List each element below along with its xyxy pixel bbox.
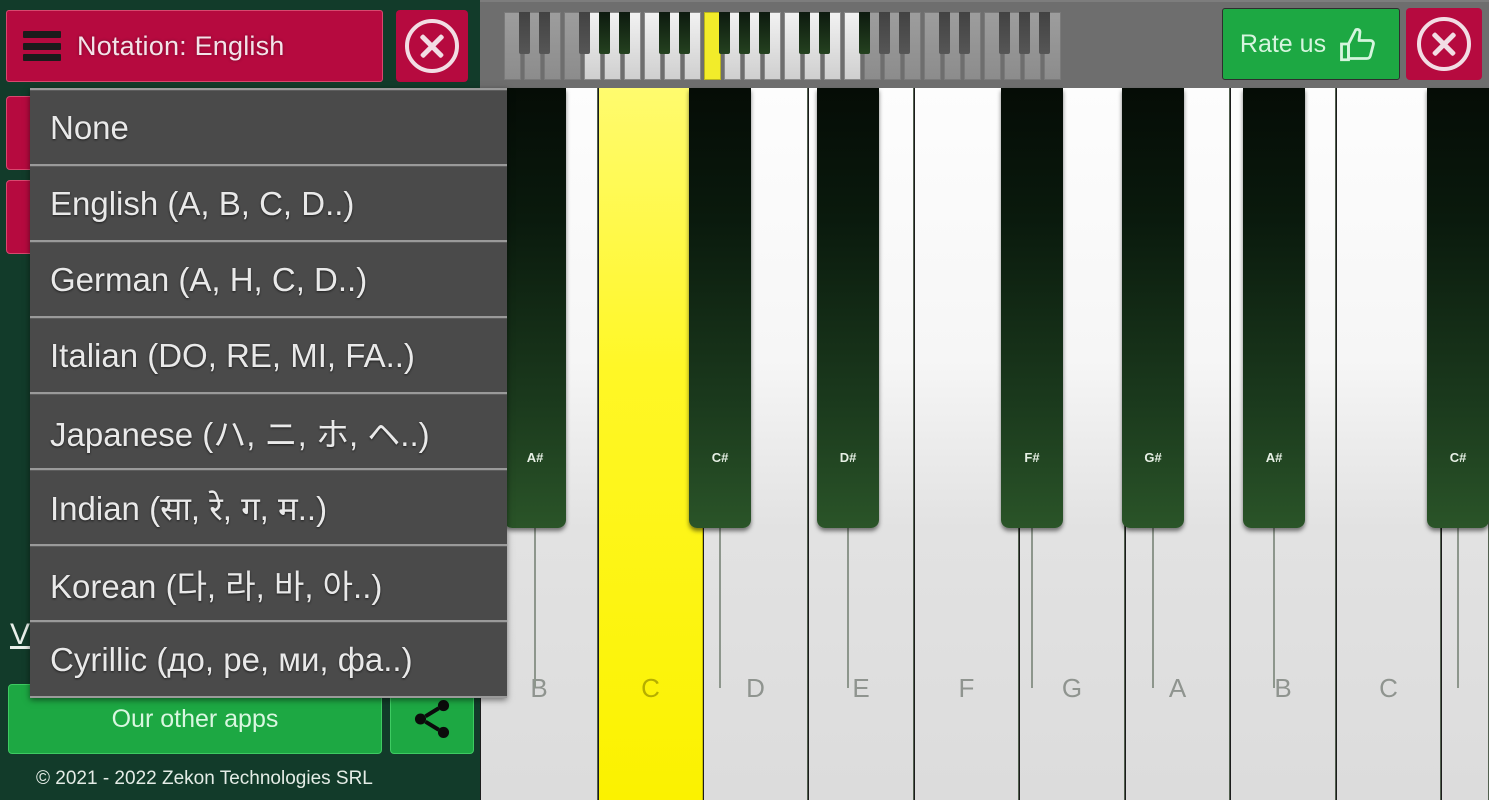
overview-black-key <box>519 12 530 54</box>
black-key[interactable]: C# <box>1427 88 1489 528</box>
white-key[interactable]: C <box>1336 88 1441 800</box>
overview-black-key <box>799 12 810 54</box>
close-banner-button[interactable] <box>1406 8 1482 80</box>
piano-keyboard[interactable]: B C D E F G A B C A# C# D# F# G# A# C# <box>480 88 1489 800</box>
dropdown-item-label: None <box>50 108 129 146</box>
dropdown-item[interactable]: Korean (다, 라, 바, 아..) <box>30 546 507 620</box>
black-key[interactable]: F# <box>1001 88 1063 528</box>
hamburger-icon <box>23 31 61 61</box>
black-key-label: F# <box>1024 450 1040 465</box>
black-key-label: C# <box>1449 450 1467 465</box>
overview-black-key <box>619 12 630 54</box>
white-key-label: C <box>641 673 660 703</box>
white-key-label: G <box>1061 673 1083 703</box>
dropdown-item[interactable]: Cyrillic (до, ре, ми, фа..) <box>30 622 507 696</box>
black-key-label: C# <box>711 450 729 465</box>
black-key-stem <box>1152 528 1154 688</box>
overview-black-key <box>659 12 670 54</box>
dropdown-item-label: Cyrillic (до, ре, ми, фа..) <box>50 640 413 678</box>
rate-us-button[interactable]: Rate us <box>1222 8 1400 80</box>
black-key[interactable]: D# <box>817 88 879 528</box>
black-key-stem <box>1457 528 1459 688</box>
notation-button-label: Notation: English <box>77 30 285 61</box>
black-key-label: D# <box>839 450 857 465</box>
copyright-text: © 2021 - 2022 Zekon Technologies SRL <box>36 768 373 789</box>
dropdown-item-label: Japanese (ハ, ニ, ホ, ヘ..) <box>50 415 430 453</box>
overview-black-key <box>879 12 890 54</box>
black-key[interactable]: C# <box>689 88 751 528</box>
dropdown-item-label: Indian (सा, रे, ग, म..) <box>50 490 328 527</box>
overview-black-key <box>739 12 750 54</box>
white-key-label: E <box>852 673 870 703</box>
black-key-stem <box>847 528 849 688</box>
close-settings-button[interactable] <box>396 10 468 82</box>
overview-black-key <box>859 12 870 54</box>
dropdown-item-label: Korean (다, 라, 바, 아..) <box>50 567 383 605</box>
overview-black-key <box>579 12 590 54</box>
dropdown-item-label: German (A, H, C, D..) <box>50 260 368 298</box>
rate-us-label: Rate us <box>1239 29 1327 58</box>
dropdown-item[interactable]: English (A, B, C, D..) <box>30 166 507 240</box>
version-link[interactable]: V <box>10 618 30 652</box>
share-icon <box>414 700 450 738</box>
other-apps-label: Our other apps <box>111 704 279 733</box>
dropdown-item[interactable]: Japanese (ハ, ニ, ホ, ヘ..) <box>30 394 507 468</box>
close-circle-icon <box>1417 17 1471 71</box>
black-key-label: A# <box>1265 450 1283 465</box>
overview-black-key <box>759 12 770 54</box>
black-key[interactable]: G# <box>1122 88 1184 528</box>
white-key-label: F <box>958 673 975 703</box>
black-key-stem <box>534 528 536 688</box>
overview-black-key <box>599 12 610 54</box>
dropdown-item[interactable]: None <box>30 90 507 164</box>
keyboard-region: Rate us B C D E F G A B C A# C# D# F# G# A# C# <box>480 0 1489 800</box>
white-key-label: A <box>1168 673 1187 703</box>
notation-dropdown-button[interactable]: Notation: English <box>6 10 383 82</box>
black-key-label: A# <box>526 450 544 465</box>
black-key-stem <box>1031 528 1033 688</box>
dropdown-item[interactable]: German (A, H, C, D..) <box>30 242 507 316</box>
overview-black-key <box>539 12 550 54</box>
notation-dropdown-menu[interactable]: None English (A, B, C, D..) German (A, H, … <box>30 88 507 698</box>
dropdown-item-label: Italian (DO, RE, MI, FA..) <box>50 336 415 374</box>
white-key-label: C <box>1379 673 1398 703</box>
white-key[interactable]: C <box>598 88 703 800</box>
dropdown-item[interactable]: Italian (DO, RE, MI, FA..) <box>30 318 507 392</box>
black-key-label: G# <box>1144 450 1162 465</box>
white-key-label: B <box>1274 673 1292 703</box>
close-circle-icon <box>405 19 459 73</box>
black-key-stem <box>719 528 721 688</box>
overview-black-key <box>679 12 690 54</box>
thumbs-up-icon <box>1340 28 1375 62</box>
app-root: Rate us B C D E F G A B C A# C# D# F# G# A# C# Notation… <box>0 0 1489 800</box>
overview-black-key <box>899 12 910 54</box>
overview-black-key <box>819 12 830 54</box>
overview-black-key <box>719 12 730 54</box>
overview-black-key <box>1039 12 1050 54</box>
overview-black-key <box>999 12 1010 54</box>
black-key-stem <box>1273 528 1275 688</box>
black-key[interactable]: A# <box>504 88 566 528</box>
overview-black-key <box>1019 12 1030 54</box>
dropdown-item-label: English (A, B, C, D..) <box>50 184 355 222</box>
black-key[interactable]: A# <box>1243 88 1305 528</box>
overview-black-key <box>939 12 950 54</box>
overview-black-key <box>959 12 970 54</box>
settings-topbar: Notation: English <box>0 0 480 90</box>
dropdown-item[interactable]: Indian (सा, रे, ग, म..) <box>30 470 507 544</box>
